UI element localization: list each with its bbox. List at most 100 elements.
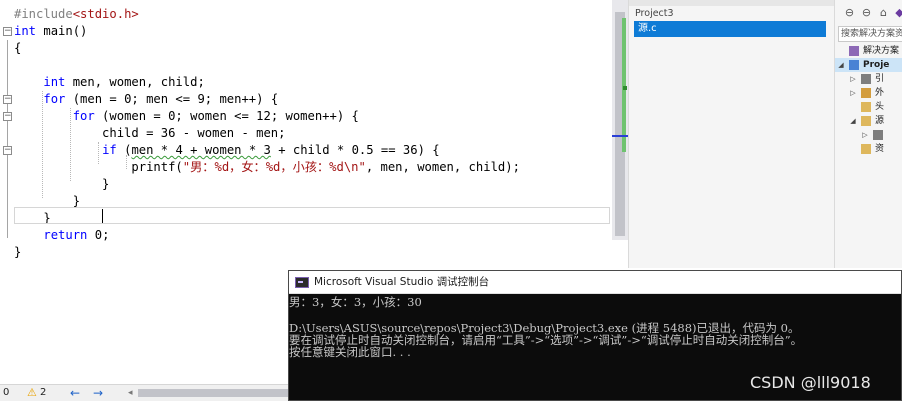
nav-forward-icon[interactable]: → [93, 385, 103, 401]
forward-icon[interactable]: ⊖ [860, 6, 873, 19]
code-text: } [14, 244, 21, 261]
code-text: child = 36 - women - men; [14, 125, 286, 142]
tree-item-label: 解决方案 [863, 46, 900, 56]
code-line[interactable]: int men, women, child; [0, 74, 612, 91]
code-line[interactable]: − int main() [0, 23, 612, 40]
code-token: men, women, child; [65, 75, 205, 89]
code-text: #include<stdio.h> [14, 6, 139, 23]
code-token: for [43, 92, 66, 106]
switch-views-icon[interactable]: ◆ [893, 6, 902, 19]
caret-position-marker [612, 135, 628, 137]
project-label[interactable]: Project3 [635, 8, 674, 19]
console-app-icon [295, 277, 309, 288]
solution-file-panel: Project3 源.c [628, 0, 835, 268]
folder-icon [861, 116, 871, 126]
c-file-icon [873, 130, 883, 140]
code-token: printf( [14, 160, 183, 174]
code-line[interactable]: { [0, 40, 612, 57]
selected-file-item[interactable]: 源.c [634, 21, 826, 37]
console-line: 按任意键关闭此窗口. . . [289, 345, 411, 359]
solution-search-input[interactable]: 搜索解决方案资 [838, 26, 902, 42]
code-token: } [14, 194, 81, 208]
collapse-toggle-icon[interactable]: − [3, 27, 12, 36]
watermark: CSDN @lll9018 [750, 373, 871, 392]
solution-explorer: ⊖ ⊖ ⌂ ◆ 搜索解决方案资 解决方案◢Proje▷引▷外头◢源▷资 [834, 0, 902, 268]
collapse-toggle-icon[interactable]: − [3, 112, 12, 121]
code-text: { [14, 40, 21, 57]
tree-item-label: Proje [863, 60, 890, 70]
code-text: for (women = 0; women <= 12; women++) { [14, 108, 359, 125]
current-line-highlight [14, 207, 610, 224]
expand-arrow-icon[interactable]: ▷ [849, 72, 857, 86]
tree-item[interactable]: 资 [835, 142, 902, 156]
horizontal-scrollbar-thumb[interactable] [138, 389, 288, 397]
code-text: int main() [14, 23, 87, 40]
expand-arrow-icon[interactable]: ◢ [849, 114, 857, 128]
expand-arrow-icon[interactable]: ◢ [837, 58, 845, 72]
nav-back-icon[interactable]: ← [70, 385, 80, 401]
code-line[interactable]: − if (men * 4 + women * 3 + child * 0.5 … [0, 142, 612, 159]
back-icon[interactable]: ⊖ [843, 6, 856, 19]
solution-icon [849, 46, 859, 56]
code-line[interactable]: − for (women = 0; women <= 12; women++) … [0, 108, 612, 125]
code-token: main() [36, 24, 88, 38]
tree-item[interactable]: 头 [835, 100, 902, 114]
code-token: 0; [87, 228, 110, 242]
code-line[interactable]: child = 36 - women - men; [0, 125, 612, 142]
code-token: <stdio.h> [72, 7, 139, 21]
tree-item-label: 引 [875, 74, 885, 84]
code-line[interactable]: printf("男：%d，女：%d，小孩：%d\n", men, women, … [0, 159, 612, 176]
code-line[interactable] [0, 57, 612, 74]
expand-arrow-icon[interactable]: ▷ [849, 86, 857, 100]
collapse-toggle-icon[interactable]: − [3, 95, 12, 104]
panel-header-strip [629, 0, 835, 6]
tree-item[interactable]: ▷ 引 [835, 72, 902, 86]
code-token: , men, women, child); [365, 160, 520, 174]
folder-icon [861, 102, 871, 112]
text-caret [102, 209, 103, 223]
code-token: (women = 0; women <= 12; women++) { [94, 109, 359, 123]
code-line[interactable]: #include<stdio.h> [0, 6, 612, 23]
scroll-left-icon[interactable]: ◂ [128, 385, 133, 401]
code-text: } [14, 176, 109, 193]
code-token: return [43, 228, 88, 242]
code-line[interactable]: − for (men = 0; men <= 9; men++) { [0, 91, 612, 108]
code-token: for [72, 109, 95, 123]
scroll-marker [623, 86, 627, 90]
references-icon [861, 74, 871, 84]
code-token: } [14, 177, 110, 191]
code-text: printf("男：%d，女：%d，小孩：%d\n", men, women, … [14, 159, 520, 176]
code-line[interactable]: } [0, 176, 612, 193]
code-token: child = 36 - women - men; [14, 126, 286, 140]
project-icon [849, 60, 859, 70]
collapse-toggle-icon[interactable]: − [3, 146, 12, 155]
warning-count[interactable]: 2 [40, 385, 46, 401]
error-count[interactable]: 0 [3, 385, 9, 401]
code-token: { [14, 41, 22, 55]
tree-item[interactable]: ▷ [835, 128, 902, 142]
expand-arrow-icon[interactable]: ▷ [861, 128, 869, 142]
tree-item[interactable]: ◢ Proje [835, 58, 902, 72]
tree-item[interactable]: 解决方案 [835, 44, 902, 58]
code-token: } [14, 245, 22, 259]
code-line[interactable]: } [0, 244, 612, 261]
tree-item[interactable]: ◢ 源 [835, 114, 902, 128]
solution-explorer-toolbar: ⊖ ⊖ ⌂ ◆ [835, 4, 902, 22]
tree-item-label: 外 [875, 88, 885, 98]
code-token: int [14, 24, 37, 38]
code-token: ( [116, 143, 132, 157]
code-token: men * 4 + women * 3 [131, 143, 271, 157]
code-text: return 0; [14, 227, 109, 244]
home-icon[interactable]: ⌂ [877, 6, 890, 19]
warning-icon[interactable]: ⚠ [27, 385, 37, 401]
change-tracking-bar [622, 18, 626, 152]
code-token: #include [14, 7, 73, 21]
code-token: + child * 0.5 == 36) { [270, 143, 440, 157]
tree-item-label: 源 [875, 116, 885, 126]
code-text: if (men * 4 + women * 3 + child * 0.5 ==… [14, 142, 440, 159]
code-line[interactable]: return 0; [0, 227, 612, 244]
console-titlebar[interactable]: Microsoft Visual Studio 调试控制台 [289, 271, 901, 294]
tree-item[interactable]: ▷ 外 [835, 86, 902, 100]
